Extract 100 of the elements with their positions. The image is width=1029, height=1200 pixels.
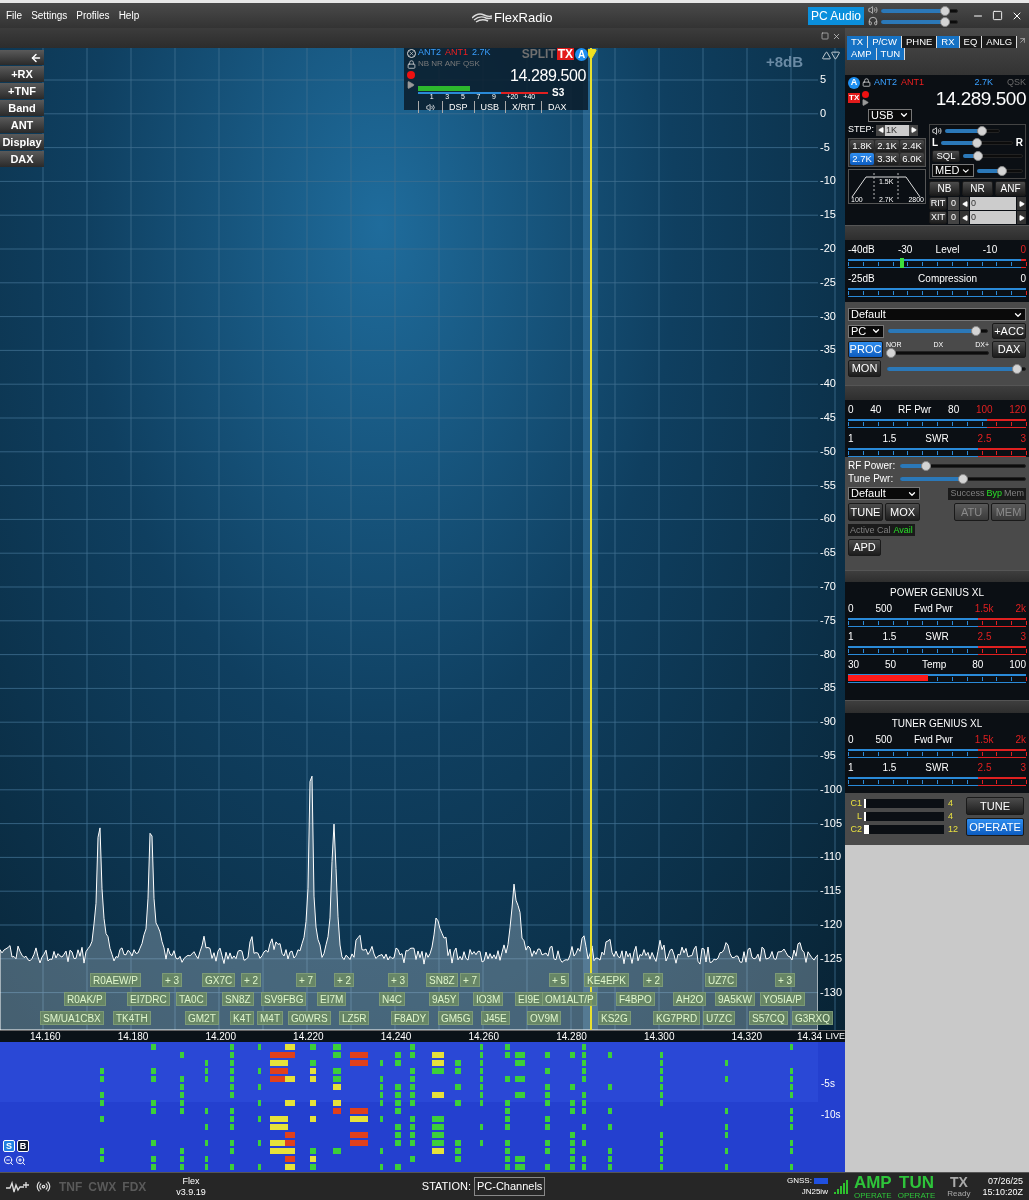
panel-tab[interactable]: TUN	[876, 48, 906, 60]
spot-label[interactable]: + 3	[775, 973, 796, 987]
spot-label[interactable]: 9A5Y	[429, 992, 460, 1006]
offset-down-button[interactable]	[960, 197, 969, 210]
zoom-out-icon[interactable]	[3, 1155, 14, 1166]
status-indicator[interactable]: AMP	[853, 1173, 892, 1191]
rx-antenna[interactable]: ANT2	[418, 48, 441, 57]
spot-label[interactable]: EI7M	[317, 992, 347, 1006]
record-icon[interactable]	[862, 90, 870, 98]
tx-badge[interactable]: TX	[848, 93, 861, 103]
apd-button[interactable]: APD	[848, 539, 881, 556]
spot-label[interactable]: S57CQ	[749, 1011, 788, 1025]
close-icon[interactable]	[832, 32, 841, 41]
pc-audio-button[interactable]: PC Audio	[807, 6, 864, 25]
spot-label[interactable]: TA0C	[176, 992, 207, 1006]
waterfall-button[interactable]: S	[3, 1140, 15, 1152]
panel-tab[interactable]: PHNE	[901, 36, 938, 48]
profile-dropdown[interactable]: Default	[848, 308, 1026, 321]
spot-label[interactable]: IO3M	[473, 992, 504, 1006]
spot-label[interactable]: + 3	[388, 973, 409, 987]
spot-label[interactable]: YO5IA/P	[760, 992, 805, 1006]
squelch-slider[interactable]	[963, 151, 1023, 161]
spot-label[interactable]: N4C	[379, 992, 405, 1006]
offset-button[interactable]: XIT	[929, 211, 947, 224]
status-indicator[interactable]: TUN	[899, 1173, 934, 1191]
spot-label[interactable]: U7ZC	[703, 1011, 736, 1025]
step-down-button[interactable]	[876, 124, 885, 136]
restore-icon[interactable]	[821, 32, 829, 40]
slice-frequency[interactable]: 14.289.500	[509, 68, 586, 84]
panadapter-button[interactable]: Display	[0, 134, 44, 150]
spot-label[interactable]: SM/UA1CBX	[40, 1011, 104, 1025]
record-icon[interactable]	[407, 71, 415, 79]
offset-field[interactable]: 0	[970, 197, 1016, 210]
tuner-button[interactable]: OPERATE	[966, 818, 1024, 836]
spot-label[interactable]: + 7	[296, 973, 317, 987]
tx-button[interactable]: TUNE	[848, 503, 883, 521]
spot-label[interactable]: + 7	[460, 973, 481, 987]
menu-item[interactable]: Help	[118, 8, 140, 23]
status-indicator[interactable]: TX	[949, 1175, 968, 1189]
panel-tab[interactable]: RX	[937, 36, 960, 48]
spot-label[interactable]: + 2	[643, 973, 664, 987]
spot-label[interactable]: F4BPO	[616, 992, 655, 1006]
split-label[interactable]: SPLIT	[521, 48, 556, 60]
dsp-button[interactable]: ANF	[995, 181, 1026, 196]
spot-label[interactable]: + 2	[334, 973, 355, 987]
spot-label[interactable]: F8ADY	[391, 1011, 430, 1025]
slice-tab[interactable]: X/RIT	[505, 101, 542, 113]
spot-label[interactable]: TK4TH	[113, 1011, 151, 1025]
slice-letter[interactable]: A	[848, 76, 860, 89]
proc-button[interactable]: PROC	[848, 341, 883, 358]
slice-tab[interactable]: DAX	[541, 101, 573, 113]
tx-badge[interactable]: TX	[556, 48, 574, 60]
spot-label[interactable]: + 3	[162, 973, 183, 987]
filter-button[interactable]: 2.1K	[875, 140, 899, 152]
spot-label[interactable]: + 2	[241, 973, 262, 987]
spot-label[interactable]: J45E	[481, 1011, 510, 1025]
tx-button[interactable]: MOX	[885, 503, 920, 521]
spot-label[interactable]: R0AEW/P	[90, 973, 141, 987]
panel-tab[interactable]: AMP	[847, 48, 877, 60]
tx-antenna[interactable]: ANT1	[901, 78, 925, 87]
lock-icon[interactable]	[406, 60, 416, 69]
mic-dropdown[interactable]: PC	[848, 324, 884, 338]
rx-frequency[interactable]: 14.289.500	[935, 88, 1026, 108]
acc-button[interactable]: +ACC	[992, 323, 1026, 339]
antenna-icon[interactable]	[36, 1179, 51, 1194]
step-up-button[interactable]	[909, 124, 918, 136]
menu-item[interactable]: Profiles	[76, 8, 110, 23]
dax-button[interactable]: DAX	[992, 341, 1026, 358]
panel-tab[interactable]: P/CW	[868, 36, 902, 48]
filter-button[interactable]: 1.8K	[850, 140, 874, 152]
maximize-icon[interactable]	[992, 9, 1003, 21]
panadapter-button[interactable]: Band	[0, 100, 44, 116]
spot-label[interactable]: SN8Z	[426, 973, 458, 987]
play-icon[interactable]	[862, 98, 870, 106]
panel-tab[interactable]: EQ	[959, 36, 983, 48]
spot-label[interactable]: GM5G	[438, 1011, 474, 1025]
agc-dropdown[interactable]: MED	[932, 164, 974, 177]
filter-button[interactable]: 3.3K	[875, 153, 899, 165]
spot-label[interactable]: G0WRS	[288, 1011, 331, 1025]
play-icon[interactable]	[407, 81, 415, 89]
slice-tab[interactable]: DSP	[442, 101, 474, 113]
filter-button[interactable]: 2.7K	[850, 153, 874, 165]
offset-up-button[interactable]	[1017, 211, 1026, 224]
panadapter-button[interactable]: DAX	[0, 151, 44, 167]
spot-label[interactable]: G3RXQ	[792, 1011, 833, 1025]
spot-label[interactable]: 9A5KW	[715, 992, 755, 1006]
offset-field[interactable]: 0	[970, 211, 1016, 224]
agc-slider[interactable]	[977, 165, 1023, 176]
panadapter-button[interactable]: +TNF	[0, 83, 44, 99]
volume-slider[interactable]	[881, 6, 958, 14]
slice-tab[interactable]: USB	[473, 101, 506, 113]
waterfall-button[interactable]: B	[17, 1140, 29, 1152]
arrow-icon[interactable]	[1018, 36, 1027, 45]
mode-dropdown[interactable]: USB	[868, 108, 912, 122]
spot-label[interactable]: SN8Z	[222, 992, 254, 1006]
spot-label[interactable]: OM1ALT/P	[542, 992, 597, 1006]
spot-label[interactable]: GX7C	[202, 973, 236, 987]
close-icon[interactable]	[406, 49, 416, 58]
spot-label[interactable]: UZ7C	[705, 973, 738, 987]
spot-label[interactable]: M4T	[257, 1011, 283, 1025]
